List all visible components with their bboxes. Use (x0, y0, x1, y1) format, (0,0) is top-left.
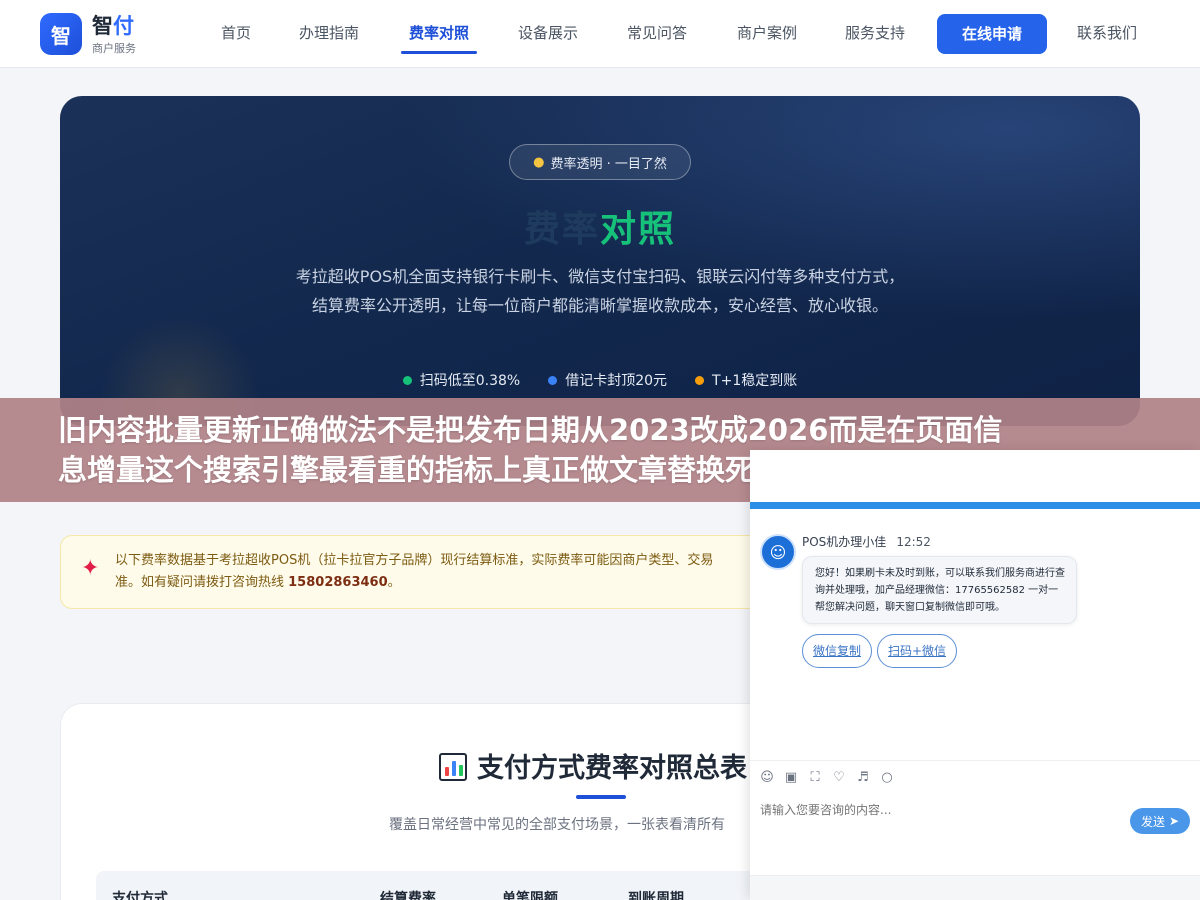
agent-meta: POS机办理小佳 12:52 (802, 533, 931, 550)
notice-text: 以下费率数据基于考拉超收POS机（拉卡拉官方子品牌）现行结算标准，实际费率可能因… (115, 550, 795, 594)
chat-footer (750, 875, 1200, 900)
orange-dot-icon (695, 375, 705, 385)
pushpin-icon: ✦ (81, 556, 100, 581)
feature-text: 借记卡封顶20元 (565, 373, 668, 389)
hero-section: ● 费率透明 · 一目了然 费率对照 考拉超收POS机全面支持银行卡刷卡、微信支… (60, 96, 1140, 426)
send-label: 发送 (1140, 814, 1165, 829)
chat-toolbar: ☺ ▣ ⛶ ♡ ♬ ○ (760, 770, 894, 785)
chat-divider (750, 760, 1200, 761)
feature-text: T+1稳定到账 (712, 373, 798, 389)
summary-title: 支付方式费率对照总表 (439, 746, 747, 785)
nav-devices[interactable]: 设备展示 (518, 0, 578, 68)
sound-icon[interactable]: ♬ (856, 770, 870, 785)
agent-message-bubble: 您好！如果刷卡未及时到账，可以联系我们服务商进行查询并处理哦，加产品经理微信：1… (802, 556, 1077, 624)
send-icon: ➤ (1168, 814, 1180, 828)
summary-title-text: 支付方式费率对照总表 (477, 753, 747, 784)
nav-support[interactable]: 服务支持 (845, 0, 905, 68)
chat-message-input[interactable] (760, 800, 1120, 820)
nav-cases[interactable]: 商户案例 (737, 0, 797, 68)
logo-title[interactable]: 智付 (92, 14, 134, 38)
nav-faq[interactable]: 常见问答 (627, 0, 687, 68)
blue-dot-icon (548, 375, 558, 385)
hero-tag: ● 费率透明 · 一目了然 (509, 144, 691, 180)
column-header: 支付方式 (112, 891, 168, 900)
copy-wechat-button[interactable]: 微信复制 (802, 634, 872, 668)
nav-contact[interactable]: 联系我们 (1077, 0, 1137, 68)
chat-header-strip (750, 502, 1200, 509)
logo-title-part1: 智 (92, 14, 113, 38)
feature-text: 扫码低至0.38% (419, 373, 521, 389)
nav-home[interactable]: 首页 (221, 0, 251, 68)
top-navigation-bar: 智 智付 商户服务 首页 办理指南 费率对照 设备展示 常见问答 商户案例 服务… (0, 0, 1200, 68)
rating-icon[interactable]: ♡ (832, 770, 846, 785)
hero-features: 扫码低至0.38% 借记卡封顶20元 T+1稳定到账 (60, 370, 1140, 390)
wechat-icon[interactable]: ○ (880, 770, 894, 785)
hero-title-part1: 费率 (523, 209, 600, 250)
agent-avatar: ☺ (760, 534, 796, 570)
lightbulb-icon: ● (533, 154, 545, 170)
message-time: 12:52 (896, 535, 931, 549)
column-header: 到账周期 (628, 891, 684, 900)
notice-line2: 准。如有疑问请拨打咨询热线 (115, 575, 289, 590)
logo-title-part2: 付 (113, 14, 134, 38)
scan-wechat-button[interactable]: 扫码+微信 (877, 634, 957, 668)
nav-guide[interactable]: 办理指南 (299, 0, 359, 68)
chat-widget: — □ ☺ POS机办理小佳 12:52 您好！如果刷卡未及时到账，可以联系我们服… (750, 450, 1200, 900)
banner-line-1: 旧内容批量更新正确做法不是把发布日期从2023改成2026而是在页面信 (58, 413, 1003, 447)
notice-tail: 。 (387, 575, 401, 590)
column-header: 单笔限额 (502, 891, 558, 900)
bar-chart-icon (439, 753, 467, 781)
send-button[interactable]: 发送 ➤ (1130, 808, 1190, 834)
hero-title-part2: 对照 (600, 209, 677, 250)
logo-mark[interactable]: 智 (40, 13, 82, 55)
apply-online-button[interactable]: 在线申请 (937, 14, 1047, 54)
notice-line1: 以下费率数据基于考拉超收POS机（拉卡拉官方子品牌）现行结算标准，实际费率可能因… (115, 553, 714, 568)
minimize-icon[interactable]: — (1154, 462, 1170, 481)
nav-rates[interactable]: 费率对照 (400, 0, 478, 68)
image-icon[interactable]: ▣ (784, 770, 798, 785)
feature-qr-rate: 扫码低至0.38% (402, 370, 521, 390)
screenshot-icon[interactable]: ⛶ (808, 770, 822, 785)
hero-tag-text: 费率透明 · 一目了然 (550, 156, 667, 172)
logo-subtitle: 商户服务 (92, 42, 136, 55)
hotline-number[interactable]: 15802863460 (288, 575, 388, 590)
emoji-icon[interactable]: ☺ (760, 770, 774, 785)
feature-debit-cap: 借记卡封顶20元 (548, 370, 667, 390)
feature-settlement: T+1稳定到账 (695, 370, 797, 390)
hero-title: 费率对照 (60, 200, 1140, 252)
chat-titlebar: — □ (750, 450, 1200, 502)
title-underline (576, 795, 626, 799)
column-header: 结算费率 (380, 891, 436, 900)
summary-subtitle: 覆盖日常经营中常见的全部支付场景，一张表看清所有 (389, 817, 725, 833)
green-dot-icon (402, 375, 412, 385)
hero-description: 考拉超收POS机全面支持银行卡刷卡、微信支付宝扫码、银联云闪付等多种支付方式，结… (295, 267, 905, 315)
maximize-icon[interactable]: □ (1176, 462, 1191, 481)
agent-name: POS机办理小佳 (802, 535, 887, 549)
